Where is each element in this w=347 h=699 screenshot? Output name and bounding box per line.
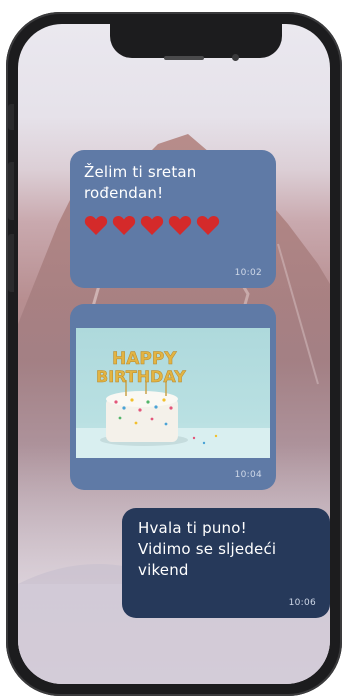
message-timestamp: 10:02 — [234, 268, 262, 278]
front-camera — [232, 54, 239, 61]
message-timestamp: 10:04 — [234, 470, 262, 480]
heart-icon — [84, 215, 108, 235]
cake-illustration: HAPPY BIRTHDAY — [76, 349, 270, 458]
phone-notch — [110, 24, 282, 58]
message-bubble-image[interactable]: HAPPY BIRTHDAY 10:04 — [70, 304, 276, 490]
message-text-line: rođendan! — [84, 184, 164, 202]
heart-icon — [140, 215, 164, 235]
cake-topper-birthday: BIRTHDAY — [96, 367, 186, 386]
hearts-row — [84, 214, 262, 236]
message-timestamp: 10:06 — [288, 598, 316, 608]
birthday-cake-photo[interactable]: HAPPY BIRTHDAY — [76, 328, 270, 458]
speaker-grille — [164, 56, 204, 60]
message-text-line: Želim ti sretan — [84, 163, 197, 181]
heart-icon — [168, 215, 192, 235]
heart-icon — [196, 215, 220, 235]
cake-topper-happy: HAPPY — [112, 349, 177, 369]
silent-switch — [8, 104, 14, 130]
message-text-line: vikend — [138, 561, 189, 579]
phone-frame: Želim ti sretan rođendan! 10:02 HAPPY BI… — [6, 12, 342, 696]
message-text-line: Vidimo se sljedeći — [138, 540, 277, 558]
message-bubble-outgoing[interactable]: Hvala ti puno! Vidimo se sljedeći vikend… — [122, 508, 330, 618]
message-text-line: Hvala ti puno! — [138, 519, 247, 537]
volume-down-button — [8, 234, 14, 292]
message-bubble-incoming[interactable]: Želim ti sretan rođendan! 10:02 — [70, 150, 276, 288]
message-text: Hvala ti puno! Vidimo se sljedeći vikend — [138, 518, 314, 581]
heart-icon — [112, 215, 136, 235]
volume-up-button — [8, 162, 14, 220]
phone-screen: Želim ti sretan rođendan! 10:02 HAPPY BI… — [18, 24, 330, 684]
message-text: Želim ti sretan rođendan! — [84, 162, 262, 204]
